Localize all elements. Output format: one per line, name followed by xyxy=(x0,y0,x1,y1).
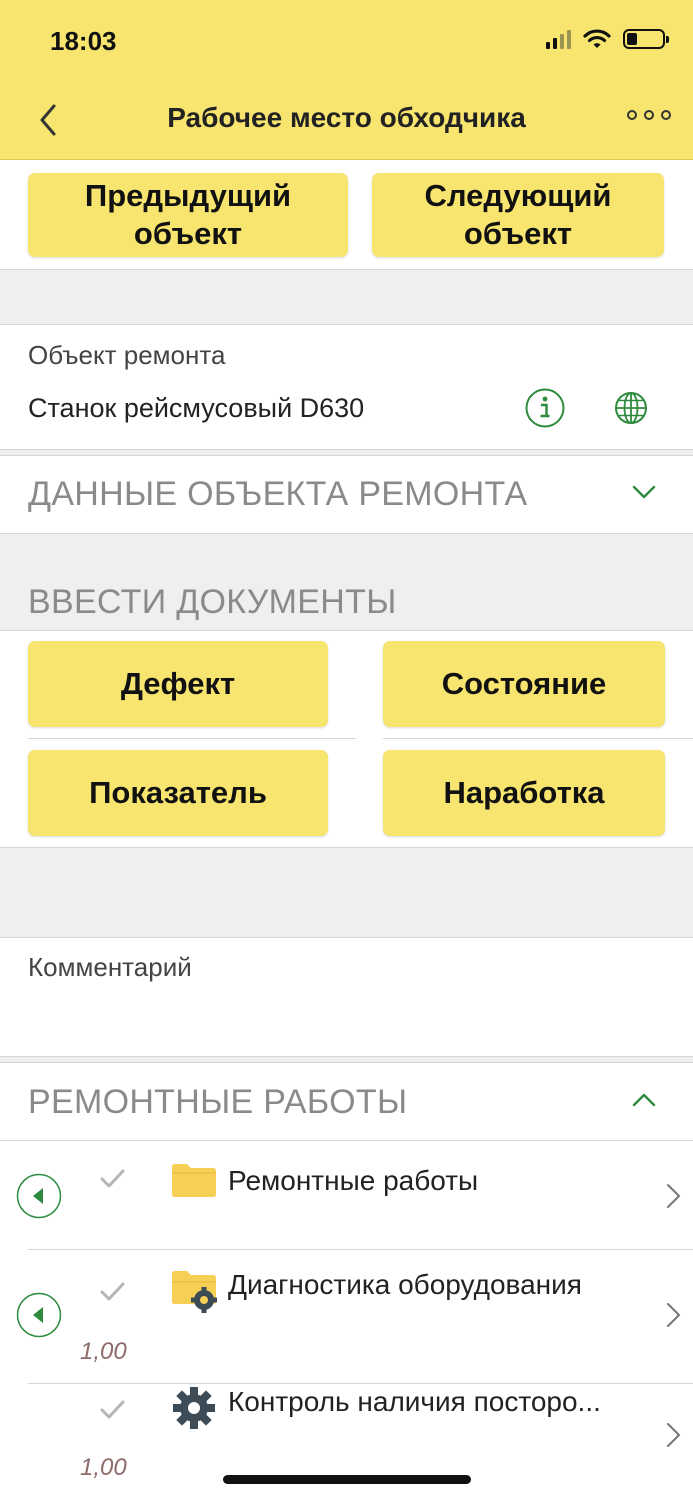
page-title: Рабочее место обходчика xyxy=(167,102,526,133)
gear-icon xyxy=(173,1387,215,1429)
previous-object-button[interactable]: Предыдущий объект xyxy=(28,173,348,257)
divider xyxy=(0,324,693,325)
chevron-right-icon[interactable] xyxy=(664,1300,684,1330)
folder-icon xyxy=(172,1164,216,1197)
globe-icon[interactable] xyxy=(614,391,648,425)
tree-item-number: 1,00 xyxy=(80,1338,127,1365)
collapse-triangle-icon[interactable] xyxy=(16,1173,62,1219)
tree-item-label: Ремонтные работы xyxy=(228,1165,479,1196)
status-time: 18:03 xyxy=(50,26,117,56)
operating-time-label: Наработка xyxy=(443,775,605,810)
comment-field[interactable] xyxy=(0,990,693,1056)
next-object-label: Следующий объект xyxy=(424,178,612,251)
comment-label: Комментарий xyxy=(28,952,192,982)
divider xyxy=(28,738,356,739)
indicator-button[interactable]: Показатель xyxy=(28,750,328,836)
divider xyxy=(0,455,693,456)
more-options-icon[interactable] xyxy=(627,110,671,120)
checkmark-icon xyxy=(100,1400,125,1419)
divider xyxy=(0,630,693,631)
divider xyxy=(383,738,693,739)
status-icons xyxy=(546,28,669,50)
header-bar: 18:03 Рабочее место обходчика xyxy=(0,0,693,160)
chevron-down-icon[interactable] xyxy=(630,482,658,502)
tree-item-label: Контроль наличия посторо... xyxy=(228,1386,601,1417)
cellular-signal-icon xyxy=(546,29,571,49)
list-item[interactable]: 1,00 Диагностика оборудования xyxy=(0,1250,693,1382)
wifi-icon xyxy=(583,29,611,48)
state-label: Состояние xyxy=(441,666,607,701)
next-object-button[interactable]: Следующий объект xyxy=(372,173,664,257)
state-button[interactable]: Состояние xyxy=(383,641,665,727)
indicator-label: Показатель xyxy=(89,775,267,810)
repair-object-label: Объект ремонта xyxy=(28,340,226,370)
spacer-band xyxy=(0,848,693,937)
defect-label: Дефект xyxy=(120,666,236,701)
info-icon[interactable] xyxy=(524,387,566,429)
folder-gear-icon xyxy=(172,1271,217,1313)
collapse-triangle-icon[interactable] xyxy=(16,1292,62,1338)
spacer-band xyxy=(0,270,693,324)
divider xyxy=(0,1062,693,1063)
defect-button[interactable]: Дефект xyxy=(28,641,328,727)
previous-object-label: Предыдущий объект xyxy=(84,178,292,251)
operating-time-button[interactable]: Наработка xyxy=(383,750,665,836)
chevron-right-icon[interactable] xyxy=(664,1181,684,1211)
checkmark-icon xyxy=(100,1169,125,1188)
object-data-section-title[interactable]: ДАННЫЕ ОБЪЕКТА РЕМОНТА xyxy=(28,475,527,514)
tree-item-label: Диагностика оборудования xyxy=(228,1269,582,1300)
divider xyxy=(0,937,693,938)
chevron-up-icon[interactable] xyxy=(630,1090,658,1110)
list-item[interactable]: Ремонтные работы xyxy=(0,1141,693,1249)
checkmark-icon xyxy=(100,1282,125,1301)
enter-documents-section-title: ВВЕСТИ ДОКУМЕНТЫ xyxy=(28,583,397,621)
chevron-right-icon[interactable] xyxy=(664,1420,684,1450)
repair-works-section-title[interactable]: РЕМОНТНЫЕ РАБОТЫ xyxy=(28,1083,407,1122)
repair-object-value[interactable]: Станок рейсмусовый D630 xyxy=(28,393,364,424)
home-indicator[interactable] xyxy=(223,1475,471,1484)
battery-icon xyxy=(623,29,669,49)
tree-item-number: 1,00 xyxy=(80,1454,127,1481)
